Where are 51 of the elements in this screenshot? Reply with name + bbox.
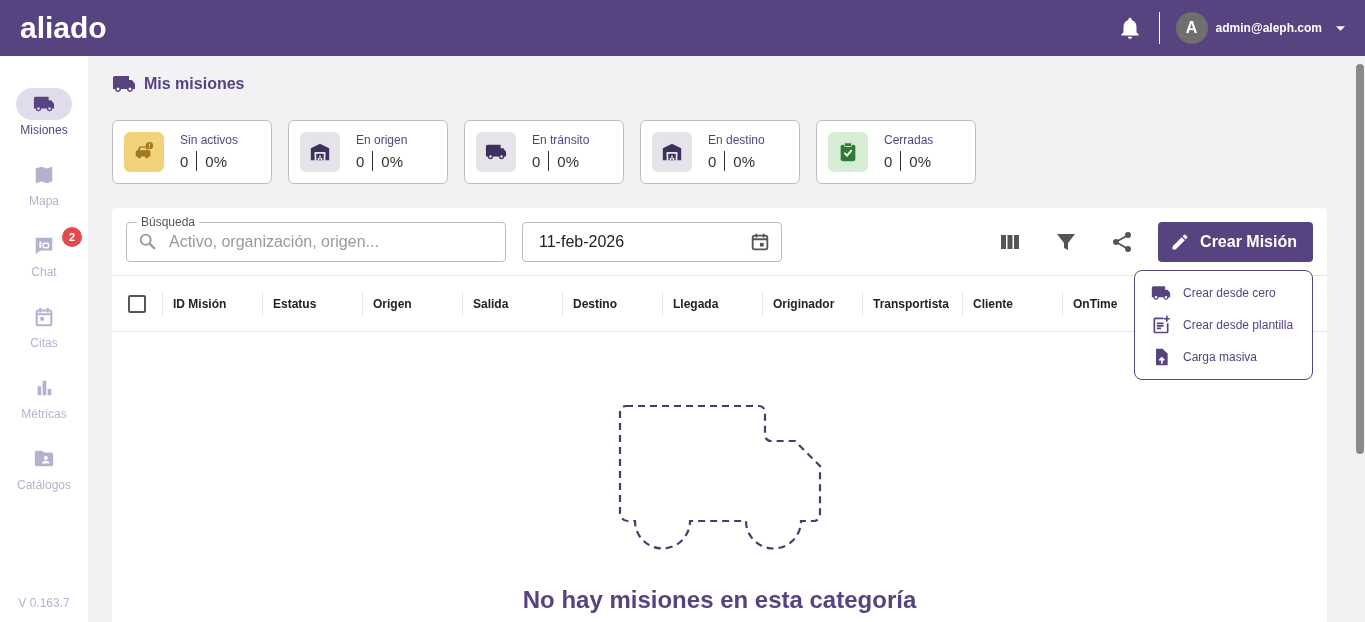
column-header[interactable]: Origen bbox=[362, 291, 462, 316]
select-all-checkbox[interactable] bbox=[128, 294, 146, 313]
status-count: 0 bbox=[180, 152, 189, 170]
sidebar-item[interactable]: Chat 2 bbox=[4, 230, 84, 279]
calendar-icon bbox=[33, 306, 55, 328]
column-header[interactable]: Destino bbox=[562, 291, 662, 316]
notification-badge: 2 bbox=[62, 227, 82, 247]
status-percent: 0% bbox=[205, 152, 228, 170]
note-add-icon bbox=[1151, 315, 1171, 335]
status-count: 0 bbox=[884, 152, 893, 170]
status-label: Sin activos bbox=[180, 133, 239, 147]
status-count: 0 bbox=[532, 152, 541, 170]
status-percent: 0% bbox=[557, 152, 580, 170]
chat-icon bbox=[33, 235, 55, 257]
column-header[interactable]: ID Misión bbox=[162, 291, 262, 316]
warehouse-icon bbox=[661, 141, 683, 163]
search-input[interactable]: Activo, organización, origen... bbox=[167, 231, 495, 252]
status-label: En tránsito bbox=[532, 133, 590, 147]
status-card[interactable]: En tránsito 0 0% bbox=[464, 120, 624, 184]
date-field[interactable]: 11-feb-2026 bbox=[522, 221, 782, 262]
version-label: V 0.163.7 bbox=[18, 596, 70, 610]
column-header[interactable]: Llegada bbox=[662, 291, 762, 316]
column-header[interactable]: Salida bbox=[462, 291, 562, 316]
logo[interactable]: aliado bbox=[20, 11, 107, 45]
user-email[interactable]: admin@aleph.com bbox=[1215, 21, 1322, 35]
menu-item[interactable]: Carga masiva bbox=[1135, 341, 1312, 373]
status-count: 0 bbox=[356, 152, 365, 170]
status-label: En destino bbox=[708, 133, 765, 147]
page-title: Mis misiones bbox=[144, 75, 245, 93]
status-percent: 0% bbox=[733, 152, 756, 170]
user-avatar[interactable]: A bbox=[1175, 12, 1208, 44]
status-count: 0 bbox=[708, 152, 717, 170]
status-card[interactable]: En origen 0 0% bbox=[288, 120, 448, 184]
column-header[interactable]: Cliente bbox=[962, 291, 1062, 316]
caret-icon[interactable] bbox=[1336, 25, 1345, 31]
column-header[interactable]: Originador bbox=[762, 291, 862, 316]
status-label: Cerradas bbox=[884, 133, 934, 147]
sidebar-item[interactable]: Misiones bbox=[4, 88, 84, 137]
date-input[interactable]: 11-feb-2026 bbox=[537, 231, 749, 252]
column-header[interactable]: Estatus bbox=[262, 291, 362, 316]
status-percent: 0% bbox=[381, 152, 404, 170]
status-percent: 0% bbox=[909, 152, 932, 170]
status-card[interactable]: En destino 0 0% bbox=[640, 120, 800, 184]
create-mission-button[interactable]: Crear Misión bbox=[1158, 221, 1313, 262]
warehouse-icon bbox=[309, 141, 331, 163]
map-icon bbox=[33, 164, 55, 186]
column-header[interactable]: Transportista bbox=[862, 291, 962, 316]
status-card[interactable]: Sin activos 0 0% bbox=[112, 120, 272, 184]
empty-state-title: No hay misiones en esta categoría bbox=[522, 586, 917, 614]
status-card[interactable]: Cerradas 0 0% bbox=[816, 120, 976, 184]
status-label: En origen bbox=[356, 133, 408, 147]
